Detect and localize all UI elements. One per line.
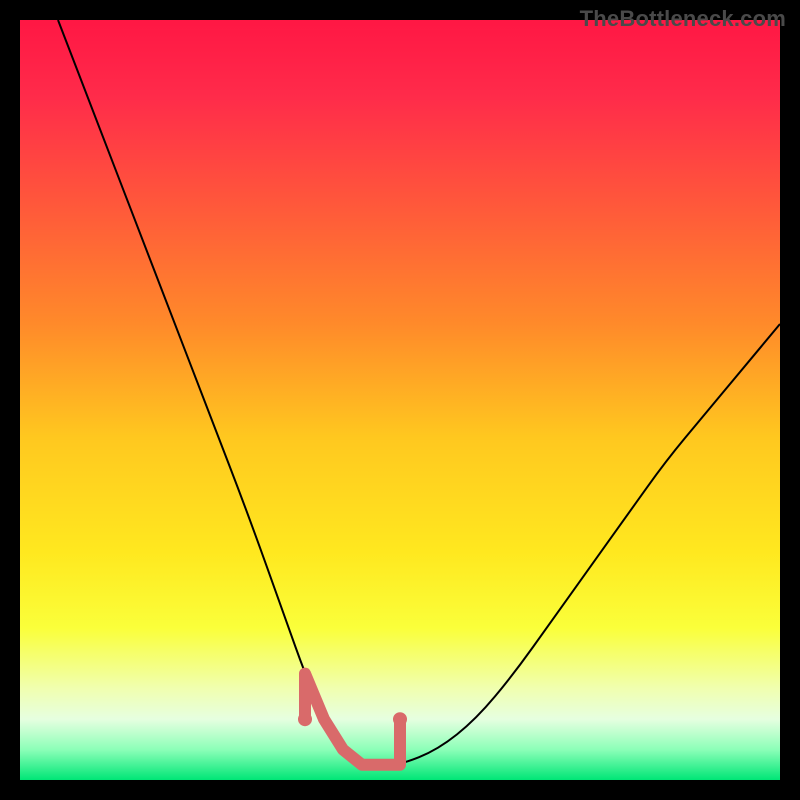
watermark-text: TheBottleneck.com — [580, 6, 786, 32]
plot-area — [20, 20, 780, 780]
chart-frame: TheBottleneck.com — [0, 0, 800, 800]
highlight-endpoint-left — [298, 712, 312, 726]
highlight-endpoint-right — [393, 712, 407, 726]
chart-svg — [20, 20, 780, 780]
gradient-background — [20, 20, 780, 780]
